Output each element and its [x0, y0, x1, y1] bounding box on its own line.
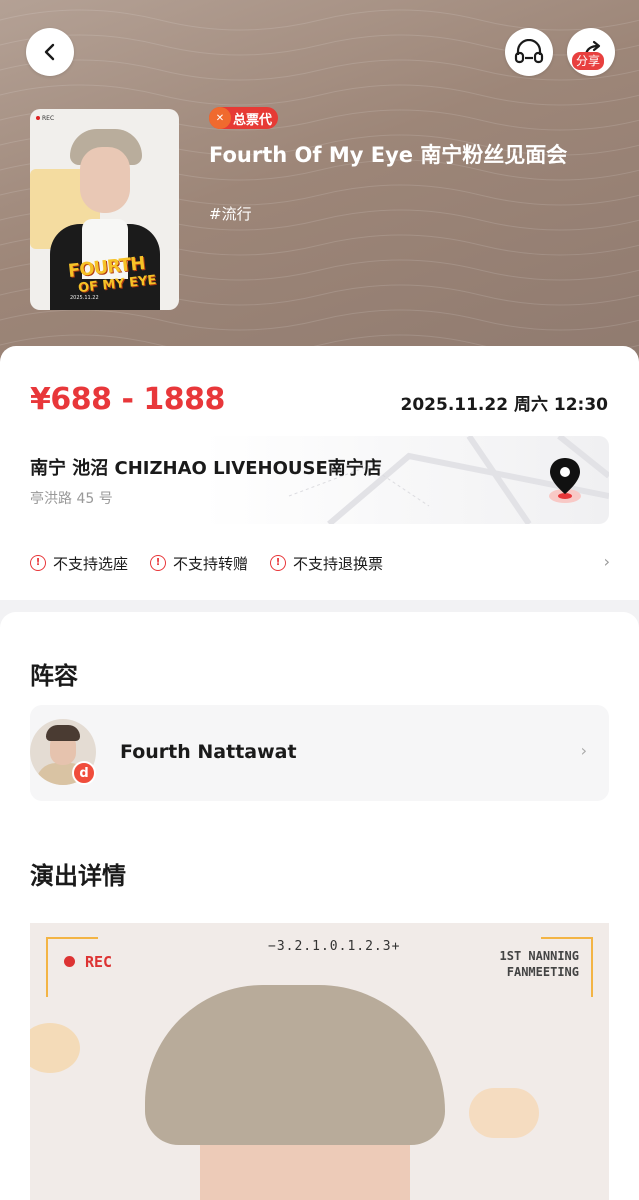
notice-item: ! 不支持转赠	[150, 553, 248, 574]
notice-label: 不支持转赠	[173, 554, 249, 573]
venue-section[interactable]: 南宁 池沼 CHIZHAO LIVEHOUSE南宁店 亭洪路 45 号	[30, 436, 609, 524]
genre-tag[interactable]: #流行	[209, 203, 252, 224]
exclamation-circle-icon: !	[30, 555, 46, 571]
details-heading: 演出详情	[30, 862, 126, 890]
exposure-scale: −3.2.1.0.1.2.3+	[268, 939, 401, 954]
notice-item: ! 不支持退换票	[270, 553, 383, 574]
agency-badge: ✕ 总票代	[209, 107, 279, 129]
fanmeeting-line1: 1ST NANNING	[499, 949, 579, 963]
exclamation-circle-icon: !	[270, 555, 287, 571]
detail-poster-image: REC −3.2.1.0.1.2.3+ 1ST NANNING FANMEETI…	[30, 923, 609, 1200]
ticket-notices[interactable]: ! 不支持选座 ! 不支持转赠 ! 不支持退换票 ›	[30, 552, 610, 574]
event-info-card: ¥688 - 1888 2025.11.22 周六 12:30 南宁 池沼 CH…	[0, 346, 639, 600]
notice-label: 不支持退换票	[293, 554, 384, 573]
chevron-right-icon: ›	[580, 741, 587, 760]
artist-row[interactable]: d Fourth Nattawat ›	[30, 705, 609, 801]
lineup-details-card: 阵容 d Fourth Nattawat › 演出详情 REC −3.2.1.0…	[0, 612, 639, 1200]
event-poster[interactable]: REC FOURTH OF MY EYE 2025.11.22	[30, 109, 179, 310]
artist-badge-icon: d	[72, 761, 96, 785]
badge-label: 总票代	[233, 112, 273, 128]
chevron-left-icon	[44, 43, 55, 61]
price-range: ¥688 - 1888	[30, 382, 225, 417]
notice-item: ! 不支持选座	[30, 553, 128, 574]
hero-header: 分享 REC FOURTH OF MY EYE 2025.11.22 ✕ 总票代…	[0, 0, 639, 380]
detail-figure-hair	[145, 985, 445, 1145]
event-title: Fourth Of My Eye 南宁粉丝见面会	[209, 143, 568, 167]
venue-name: 南宁 池沼 CHIZHAO LIVEHOUSE南宁店	[30, 458, 382, 479]
cloud-decoration	[469, 1088, 539, 1138]
location-pin-icon	[549, 458, 581, 503]
lineup-heading: 阵容	[30, 662, 78, 690]
avatar-hair	[46, 725, 80, 741]
exclamation-circle-icon: !	[150, 555, 167, 571]
notice-label: 不支持选座	[53, 554, 129, 573]
poster-date: 2025.11.22	[70, 295, 99, 301]
sun-decoration	[30, 1023, 80, 1073]
poster-figure-face	[80, 147, 130, 213]
event-datetime: 2025.11.22 周六 12:30	[400, 395, 609, 415]
fanmeeting-label: 1ST NANNING FANMEETING	[500, 948, 579, 980]
fanmeeting-line2: FANMEETING	[506, 965, 579, 979]
chevron-right-icon[interactable]: ›	[604, 552, 610, 571]
venue-address: 亭洪路 45 号	[30, 491, 113, 507]
headphones-icon	[514, 39, 544, 64]
poster-rec-label: REC	[36, 115, 54, 122]
artist-name: Fourth Nattawat	[120, 741, 297, 763]
rec-label: REC	[64, 953, 112, 971]
listen-button[interactable]	[505, 28, 553, 76]
share-label: 分享	[572, 52, 605, 70]
badge-icon: ✕	[209, 107, 231, 129]
back-button[interactable]	[26, 28, 74, 76]
